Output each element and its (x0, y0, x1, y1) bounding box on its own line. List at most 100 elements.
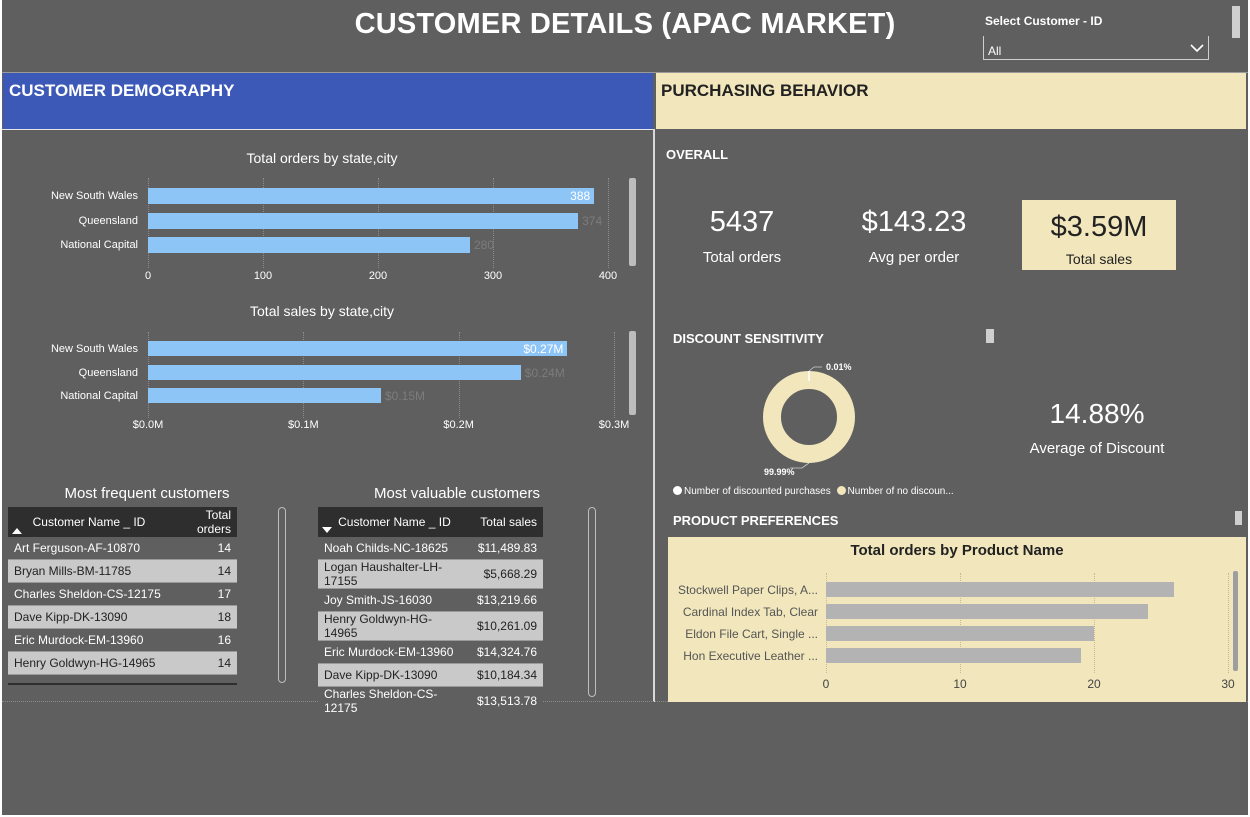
column-header-name[interactable]: Customer Name _ ID (318, 507, 471, 537)
axis-tick-label: $0.1M (288, 419, 319, 431)
axis-tick-label: 30 (1221, 677, 1235, 691)
bar-mark[interactable] (826, 582, 1175, 597)
table-row[interactable]: Joy Smith-JS-16030 $13,219.66 (318, 588, 543, 612)
value-cell: 18 (170, 605, 237, 629)
customer-name-cell: Dave Kipp-DK-13090 (318, 663, 471, 687)
customer-name-cell: Joy Smith-JS-16030 (318, 588, 471, 612)
data-label: $0.27M (523, 342, 564, 356)
bar-mark[interactable] (148, 212, 579, 229)
selector-scrollbar[interactable] (1232, 6, 1240, 38)
orders-chart-scrollbar[interactable] (629, 178, 636, 266)
valuable-customers-table: Customer Name _ ID Total sales Noah Chil… (318, 507, 543, 715)
avg-order-label: Avg per order (868, 249, 960, 266)
category-label: Cardinal Index Tab, Clear (682, 605, 818, 619)
value-cell: $14,324.76 (470, 640, 543, 664)
category-label: Queensland (78, 214, 138, 227)
category-label: New South Wales (50, 343, 138, 355)
donut-legend: Number of discounted purchases Number of… (673, 486, 954, 497)
legend-item-discounted[interactable]: Number of discounted purchases (673, 486, 831, 497)
total-orders-label: Total orders (702, 249, 782, 266)
sort-asc-icon[interactable] (12, 527, 22, 534)
table-row[interactable]: Dave Kipp-DK-13090 18 (8, 605, 237, 629)
axis-tick-label: 10 (953, 677, 967, 691)
bar-mark[interactable] (148, 364, 521, 380)
sales-chart-title: Total sales by state,city (250, 303, 394, 319)
customer-name-cell: Eric Murdock-EM-13960 (8, 628, 170, 652)
donut-leader-line (808, 366, 822, 372)
data-label: $0.24M (524, 365, 565, 380)
bar-mark[interactable] (826, 604, 1148, 619)
legend-dot-icon (673, 486, 682, 495)
data-label: $0.15M (385, 389, 426, 403)
axis-tick-label: 0 (144, 270, 152, 282)
legend-dot-icon (836, 486, 846, 495)
value-cell: 14 (170, 559, 237, 583)
table-row[interactable]: Art Ferguson-AF-10870 14 (8, 537, 237, 560)
chevron-down-icon[interactable] (1188, 40, 1206, 56)
table-row[interactable]: Charles Sheldon-CS-12175 17 (8, 582, 237, 606)
bar-mark[interactable] (148, 188, 595, 204)
gridline (614, 332, 615, 418)
overall-title: OVERALL (666, 147, 729, 162)
data-label: 388 (570, 189, 591, 203)
customer-name-cell: Charles Sheldon-CS-12175 (8, 582, 170, 606)
category-label: New South Wales (50, 190, 138, 202)
column-header-name[interactable]: Customer Name _ ID (8, 507, 170, 537)
value-cell: $11,489.83 (470, 537, 543, 560)
table-row[interactable]: Bryan Mills-BM-11785 14 (8, 559, 237, 583)
orders-chart-title: Total orders by state,city (246, 150, 398, 166)
axis-tick-label: $0.2M (443, 419, 474, 431)
value-cell: 14 (170, 537, 237, 560)
legend-item-no-discount[interactable]: Number of no discoun... (836, 486, 954, 497)
value-cell: $5,668.29 (470, 559, 543, 589)
table-row[interactable]: Noah Childs-NC-18625 $11,489.83 (318, 537, 543, 560)
valuable-table-wrap: Customer Name _ ID Total sales Noah Chil… (318, 507, 543, 715)
donut-slice-no-discount[interactable] (763, 371, 855, 463)
demography-title: CUSTOMER DEMOGRAPHY (9, 81, 235, 100)
frequent-table-scrollbar[interactable] (278, 507, 286, 683)
purchasing-header: PURCHASING BEHAVIOR (656, 73, 1246, 129)
value-cell: $10,184.34 (470, 663, 543, 687)
demography-header: CUSTOMER DEMOGRAPHY (3, 73, 653, 129)
product-chart-scrollbar[interactable] (1233, 571, 1238, 671)
table-row[interactable]: Charles Sheldon-CS-12175 $13,513.78 (318, 686, 543, 715)
column-header-orders[interactable]: Total orders (170, 507, 237, 537)
column-header-sales[interactable]: Total sales (470, 507, 543, 537)
customer-name-cell: Art Ferguson-AF-10870 (8, 537, 170, 560)
table-row[interactable]: Henry Goldwyn-HG-14965 $10,261.09 (318, 611, 543, 641)
axis-tick-label: 200 (368, 270, 388, 282)
bar-mark[interactable] (148, 237, 470, 253)
table-row[interactable]: Dave Kipp-DK-13090 $10,184.34 (318, 663, 543, 687)
bar-mark[interactable] (148, 388, 381, 403)
customer-selector-dropdown[interactable] (983, 36, 1209, 60)
table-row[interactable]: Henry Goldwyn-HG-14965 14 (8, 651, 237, 675)
table-row[interactable]: Logan Haushalter-LH-17155 $5,668.29 (318, 559, 543, 589)
discount-donut-chart: 0.01% 99.99% (763, 362, 855, 477)
avg-discount-label: Average of Discount (1029, 440, 1165, 457)
axis-tick-label: 20 (1087, 677, 1101, 691)
value-cell: 17 (170, 582, 237, 606)
valuable-table-scrollbar[interactable] (588, 507, 596, 697)
report-canvas: CUSTOMER DETAILS (APAC MARKET) Select Cu… (2, 0, 1248, 815)
bar-mark[interactable] (826, 626, 1094, 641)
bar-mark[interactable] (826, 648, 1081, 663)
app-window: CUSTOMER DETAILS (APAC MARKET) Select Cu… (0, 0, 1250, 817)
axis-tick-label: 0 (822, 677, 830, 691)
product-scrollbar[interactable] (1235, 511, 1242, 525)
category-label: Hon Executive Leather ... (683, 649, 818, 663)
discount-scrollbar[interactable] (986, 329, 994, 343)
bar-mark[interactable] (148, 341, 568, 356)
total-orders-value: 5437 (709, 206, 775, 238)
table-footer (8, 683, 237, 685)
customer-name-cell: Henry Goldwyn-HG-14965 (8, 651, 170, 675)
table-header-row: Customer Name _ ID Total sales (318, 507, 543, 537)
axis-tick-label: $0.3M (598, 419, 630, 431)
frequent-title: Most frequent customers (64, 485, 230, 502)
sort-desc-icon[interactable] (322, 526, 332, 533)
total-sales-card: $3.59M Total sales (1022, 200, 1176, 270)
customer-selector-value[interactable]: All (988, 44, 1001, 58)
table-row[interactable]: Eric Murdock-EM-13960 16 (8, 628, 237, 652)
table-row[interactable]: Eric Murdock-EM-13960 $14,324.76 (318, 640, 543, 664)
customer-name-cell: Dave Kipp-DK-13090 (8, 605, 170, 629)
sales-chart-scrollbar[interactable] (629, 331, 636, 415)
